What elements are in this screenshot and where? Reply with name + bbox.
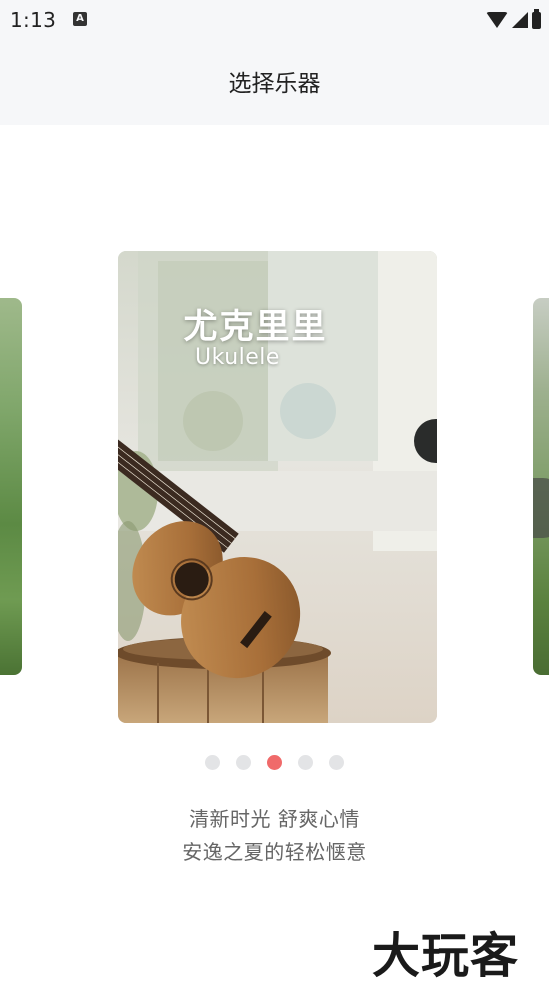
carousel-card-next[interactable] [533,298,549,675]
signal-icon [512,12,528,28]
page-title: 选择乐器 [228,71,321,97]
page-dot[interactable] [205,755,220,770]
caption-line-2: 安逸之夏的轻松惬意 [182,840,367,864]
battery-icon [532,8,541,29]
page-dot[interactable] [236,755,251,770]
page-dot[interactable] [329,755,344,770]
caption-line-1: 清新时光 舒爽心情 [189,807,360,831]
wifi-icon [486,12,508,28]
watermark-logo: 大玩客 [372,928,520,984]
top-bar: 1:13 A 选择乐器 [0,0,549,125]
carousel-card-previous[interactable] [0,298,22,675]
page-dot-active[interactable] [267,755,282,770]
notification-a-icon: A [73,12,87,26]
status-time: 1:13 [10,8,57,32]
card-image-detail [533,478,549,538]
instrument-title: 尤克里里 [183,307,328,347]
page-dot[interactable] [298,755,313,770]
status-icons [486,8,541,30]
page-indicator [0,755,549,770]
instrument-subtitle: Ukulele [195,345,280,370]
status-bar: 1:13 A [0,0,549,40]
carousel-card-current[interactable]: 尤克里里 Ukulele [118,251,437,723]
